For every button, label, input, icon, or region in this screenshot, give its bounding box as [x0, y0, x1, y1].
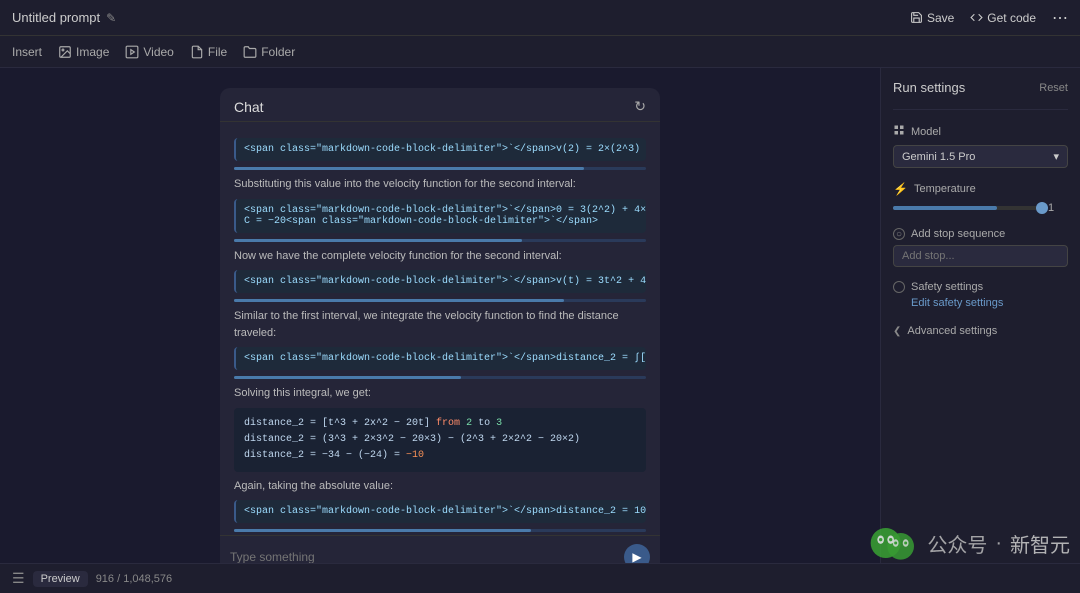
model-icon	[893, 124, 905, 139]
send-icon: ▶	[632, 550, 641, 563]
grid-icon	[893, 124, 905, 136]
chat-title: Chat	[234, 99, 264, 115]
toolbar-image[interactable]: Image	[58, 45, 109, 59]
file-label: File	[208, 45, 227, 59]
more-options-button[interactable]: ⋯	[1052, 8, 1068, 28]
main-layout: Chat ↻ <span class="markdown-code-block-…	[0, 68, 1080, 563]
reset-button[interactable]: Reset	[1039, 82, 1068, 94]
temperature-section-title: ⚡ Temperature	[893, 182, 1068, 196]
toolbar: Insert Image Video File Folder	[0, 36, 1080, 68]
edit-safety-link[interactable]: Edit safety settings	[911, 297, 1003, 309]
get-code-button[interactable]: Get code	[970, 11, 1036, 25]
preview-tab[interactable]: Preview	[33, 571, 88, 587]
watermark: 公众号 · 新智元	[869, 523, 1070, 563]
insert-label: Insert	[12, 45, 42, 59]
watermark-separator: 公众号	[927, 529, 987, 558]
advanced-label: Advanced settings	[907, 325, 997, 337]
add-stop-row: ○ Add stop sequence	[893, 228, 1068, 240]
bottom-bar: ☰ Preview 916 / 1,048,576	[0, 563, 1080, 593]
chat-container: Chat ↻ <span class="markdown-code-block-…	[220, 88, 660, 563]
advanced-chevron-icon: ❮	[893, 326, 901, 337]
chat-messages[interactable]: <span class="markdown-code-block-delimit…	[220, 122, 660, 535]
image-label: Image	[76, 45, 109, 59]
run-settings-header: Run settings Reset	[893, 80, 1068, 95]
model-select-dropdown[interactable]: Gemini 1.5 Pro ▾	[893, 145, 1068, 168]
progress-2	[234, 239, 646, 242]
hamburger-icon[interactable]: ☰	[12, 570, 25, 587]
add-stop-section: ○ Add stop sequence	[893, 228, 1068, 267]
model-section: Model Gemini 1.5 Pro ▾	[893, 124, 1068, 168]
top-bar-left: Untitled prompt ✎	[12, 10, 116, 25]
run-settings-label: Run settings	[893, 80, 965, 95]
toolbar-video[interactable]: Video	[125, 45, 173, 59]
page-title: Untitled prompt	[12, 10, 100, 25]
add-stop-icon: ○	[893, 228, 905, 240]
safety-section: Safety settings Edit safety settings	[893, 281, 1068, 311]
chat-input-area: ▶	[220, 535, 660, 563]
add-stop-input[interactable]	[893, 245, 1068, 267]
temperature-icon: ⚡	[893, 182, 908, 196]
top-bar: Untitled prompt ✎ Save Get code ⋯	[0, 0, 1080, 36]
code-block-2: <span class="markdown-code-block-delimit…	[234, 199, 646, 233]
temperature-section: ⚡ Temperature 1	[893, 182, 1068, 214]
temperature-slider-container: 1	[893, 202, 1068, 214]
video-label: Video	[143, 45, 173, 59]
chat-header: Chat ↻	[220, 88, 660, 122]
add-stop-label: Add stop sequence	[911, 228, 1005, 240]
model-section-title: Model	[893, 124, 1068, 139]
send-button[interactable]: ▶	[624, 544, 650, 563]
advanced-section: ❮ Advanced settings	[893, 325, 1068, 337]
image-icon	[58, 45, 72, 59]
top-bar-right: Save Get code ⋯	[910, 8, 1068, 28]
code-block-dark-1: distance_2 = [t^3 + 2x^2 − 20t] from 2 t…	[234, 408, 646, 472]
progress-5	[234, 529, 646, 532]
model-selected-value: Gemini 1.5 Pro	[902, 151, 975, 163]
model-chevron-icon: ▾	[1053, 150, 1059, 163]
token-count: 916 / 1,048,576	[96, 573, 172, 585]
code-block-1: <span class="markdown-code-block-delimit…	[234, 138, 646, 161]
progress-3	[234, 299, 646, 302]
folder-label: Folder	[261, 45, 295, 59]
temperature-value: 1	[1048, 202, 1068, 214]
msg-text-3: Similar to the first interval, we integr…	[234, 308, 646, 341]
msg-text-1: Substituting this value into the velocit…	[234, 176, 646, 193]
edit-title-icon[interactable]: ✎	[106, 11, 116, 25]
save-label: Save	[927, 11, 954, 25]
chat-area: Chat ↻ <span class="markdown-code-block-…	[0, 68, 880, 563]
file-icon	[190, 45, 204, 59]
chat-input[interactable]	[230, 550, 616, 563]
divider-1	[893, 109, 1068, 110]
get-code-label: Get code	[987, 11, 1036, 25]
msg-text-5: Again, taking the absolute value:	[234, 478, 646, 495]
msg-text-2: Now we have the complete velocity functi…	[234, 248, 646, 265]
code-block-5: <span class="markdown-code-block-delimit…	[234, 500, 646, 523]
temperature-slider-track[interactable]	[893, 206, 1042, 210]
save-icon	[910, 11, 923, 24]
progress-4	[234, 376, 646, 379]
refresh-icon[interactable]: ↻	[634, 98, 646, 115]
temperature-slider-thumb[interactable]	[1036, 202, 1048, 214]
progress-1	[234, 167, 646, 170]
code-block-3: <span class="markdown-code-block-delimit…	[234, 270, 646, 293]
watermark-dot: ·	[995, 532, 1002, 555]
advanced-row[interactable]: ❮ Advanced settings	[893, 325, 1068, 337]
right-panel: Run settings Reset Model Gemini 1.5 Pro …	[880, 68, 1080, 563]
watermark-brand: 新智元	[1010, 529, 1070, 558]
folder-icon	[243, 45, 257, 59]
code-icon	[970, 11, 983, 24]
save-button[interactable]: Save	[910, 11, 954, 25]
wechat-logo-icon	[869, 523, 919, 563]
toolbar-file[interactable]: File	[190, 45, 227, 59]
toolbar-insert[interactable]: Insert	[12, 45, 42, 59]
msg-text-4: Solving this integral, we get:	[234, 385, 646, 402]
safety-row: Safety settings	[893, 281, 1068, 293]
safety-icon	[893, 281, 905, 293]
temperature-slider-fill	[893, 206, 997, 210]
safety-label: Safety settings	[911, 281, 983, 293]
video-icon	[125, 45, 139, 59]
code-block-4: <span class="markdown-code-block-delimit…	[234, 347, 646, 370]
temperature-label: Temperature	[914, 183, 976, 195]
toolbar-folder[interactable]: Folder	[243, 45, 295, 59]
model-label: Model	[911, 126, 941, 138]
